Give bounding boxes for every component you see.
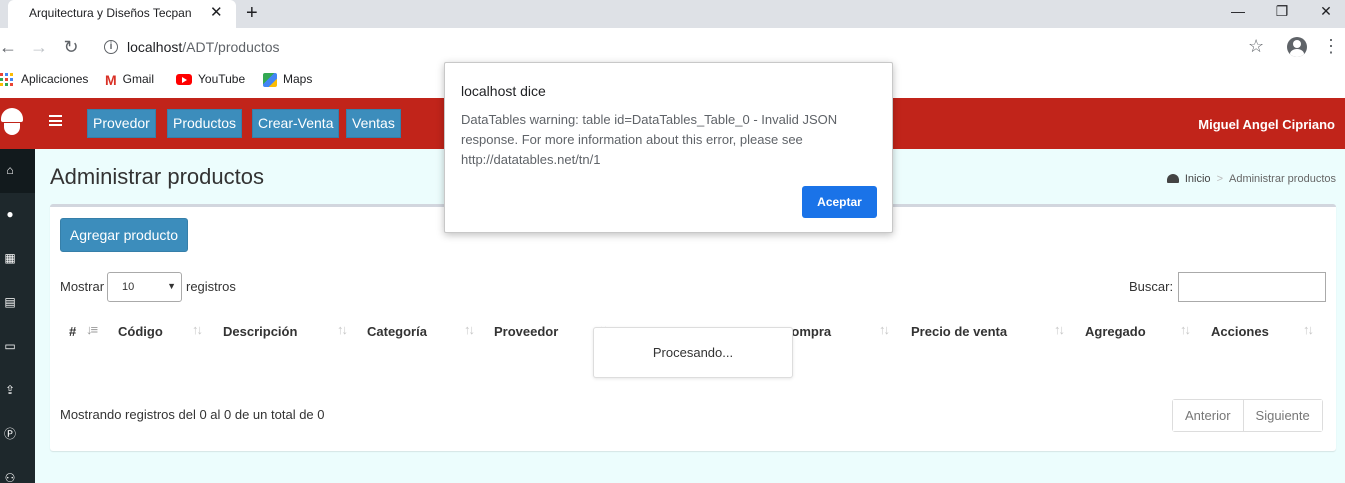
window-close-icon[interactable]: ✕	[1314, 2, 1338, 22]
user-menu[interactable]: Miguel Angel Cipriano	[1198, 117, 1335, 132]
sidebar-item-grid[interactable]: ▦	[0, 237, 35, 281]
sort-asc-icon[interactable]: ↓≡	[86, 322, 98, 337]
breadcrumb-home-label: Inicio	[1184, 173, 1211, 185]
bookmark-maps[interactable]: Maps	[263, 72, 312, 87]
back-arrow-icon[interactable]: ←	[0, 36, 20, 60]
browser-titlebar: Arquitectura y Diseños Tecpan ✕ + — ❐ ✕	[0, 0, 1345, 28]
records-label: registros	[186, 279, 236, 294]
sidebar-item-user[interactable]: ●	[0, 193, 35, 237]
hamburger-menu-icon[interactable]	[49, 115, 62, 126]
previous-page-button[interactable]: Anterior	[1173, 400, 1243, 431]
site-info-icon[interactable]: i	[104, 40, 118, 54]
page-length-select[interactable]: 10 ▼	[107, 272, 182, 302]
sidebar-item-parking[interactable]: Ⓟ	[0, 413, 35, 457]
helmet-face-icon	[4, 123, 20, 135]
sort-icon[interactable]: ↑↓	[464, 322, 475, 337]
browser-tab[interactable]: Arquitectura y Diseños Tecpan ✕	[8, 0, 236, 28]
chevron-down-icon: ▼	[167, 281, 176, 291]
maps-icon	[263, 72, 277, 87]
bookmark-label: Maps	[283, 72, 313, 86]
column-header-precio-venta[interactable]: Precio de venta	[911, 324, 1007, 339]
sort-icon[interactable]: ↑↓	[1303, 322, 1314, 337]
column-header-proveedor[interactable]: Proveedor	[494, 324, 558, 339]
sort-icon[interactable]: ↑↓	[337, 322, 348, 337]
column-header-categoria[interactable]: Categoría	[367, 324, 427, 339]
sidebar-item-upload[interactable]: ⇪	[0, 369, 35, 413]
bookmark-apps[interactable]: Aplicaciones	[0, 72, 89, 87]
search-label: Buscar:	[1129, 279, 1174, 294]
sidebar-item-money[interactable]: ▭	[0, 325, 35, 369]
page-length-value: 10	[122, 281, 135, 293]
breadcrumb-separator: >	[1216, 173, 1223, 185]
url-path: /ADT/productos	[182, 39, 280, 55]
logo[interactable]	[0, 98, 35, 149]
new-tab-button[interactable]: +	[246, 2, 258, 24]
dialog-message: DataTables warning: table id=DataTables_…	[461, 112, 838, 167]
minimize-icon[interactable]: —	[1226, 2, 1250, 22]
sidebar-item-home[interactable]: ⌂	[0, 149, 35, 193]
upload-icon: ⇪	[4, 383, 16, 397]
sort-icon[interactable]: ↑↓	[1180, 322, 1191, 337]
bookmark-label: Aplicaciones	[21, 72, 89, 86]
next-page-button[interactable]: Siguiente	[1242, 400, 1322, 431]
sidebar-item-clipboard[interactable]: ▤	[0, 281, 35, 325]
alert-dialog: localhost dice DataTables warning: table…	[444, 62, 893, 233]
gmail-icon: M	[105, 72, 117, 88]
nav-button-crear-venta[interactable]: Crear-Venta	[252, 109, 340, 138]
sort-icon[interactable]: ↑↓	[1054, 322, 1065, 337]
show-label: Mostrar	[60, 279, 105, 294]
sidebar-item-users[interactable]: ⚇	[0, 457, 35, 483]
bookmark-gmail[interactable]: M Gmail	[105, 72, 154, 88]
address-bar[interactable]: localhost/ADT/productos	[127, 39, 280, 55]
reload-icon[interactable]: ↻	[59, 36, 83, 60]
bookmark-label: Gmail	[122, 72, 155, 87]
breadcrumb-current: Administrar productos	[1229, 173, 1336, 185]
dashboard-icon	[1166, 174, 1179, 183]
dialog-title: localhost dice	[461, 83, 546, 99]
restore-icon[interactable]: ❐	[1270, 2, 1294, 22]
sort-icon[interactable]: ↑↓	[879, 322, 890, 337]
browser-menu-icon[interactable]: ⋮	[1322, 36, 1340, 56]
nav-button-ventas[interactable]: Ventas	[346, 109, 401, 138]
profile-avatar-icon[interactable]	[1287, 37, 1307, 57]
breadcrumb-home[interactable]: Inicio	[1166, 173, 1211, 185]
user-icon: ●	[6, 207, 14, 221]
nav-button-productos[interactable]: Productos	[167, 109, 243, 138]
bookmark-star-icon[interactable]: ☆	[1248, 36, 1264, 57]
bookmark-label: YouTube	[198, 72, 246, 86]
column-header-descripcion[interactable]: Descripción	[223, 324, 297, 339]
tab-close-icon[interactable]: ✕	[210, 3, 223, 23]
forward-arrow-icon[interactable]: →	[27, 36, 51, 60]
apps-grid-icon	[0, 73, 13, 87]
accept-button[interactable]: Aceptar	[802, 186, 877, 218]
sort-icon[interactable]: ↑↓	[192, 322, 203, 337]
page-title: Administrar productos	[50, 164, 264, 189]
nav-button-provedor[interactable]: Provedor	[87, 109, 156, 138]
parking-icon: Ⓟ	[4, 427, 17, 441]
column-header-codigo[interactable]: Código	[118, 324, 163, 339]
money-icon: ▭	[4, 339, 16, 353]
column-header-agregado[interactable]: Agregado	[1085, 324, 1146, 339]
breadcrumb: Inicio > Administrar productos	[1166, 173, 1336, 185]
helmet-icon	[1, 108, 23, 122]
table-info: Mostrando registros del 0 al 0 de un tot…	[60, 407, 325, 422]
column-header-number[interactable]: #	[69, 324, 76, 339]
grid-icon: ▦	[4, 251, 16, 265]
processing-indicator: Procesando...	[593, 327, 793, 378]
url-host: localhost	[127, 39, 183, 55]
search-input[interactable]	[1178, 272, 1326, 302]
clipboard-icon: ▤	[4, 295, 16, 309]
column-header-acciones[interactable]: Acciones	[1211, 324, 1269, 339]
add-product-button[interactable]: Agregar producto	[60, 218, 188, 252]
users-icon: ⚇	[4, 471, 16, 483]
pagination: Anterior Siguiente	[1172, 399, 1323, 432]
home-icon: ⌂	[6, 163, 14, 177]
bookmark-youtube[interactable]: YouTube	[176, 72, 245, 86]
tab-title: Arquitectura y Diseños Tecpan	[29, 6, 192, 20]
sidebar: ⌂ ● ▦ ▤ ▭ ⇪ Ⓟ ⚇	[0, 149, 35, 483]
youtube-icon	[176, 74, 192, 86]
